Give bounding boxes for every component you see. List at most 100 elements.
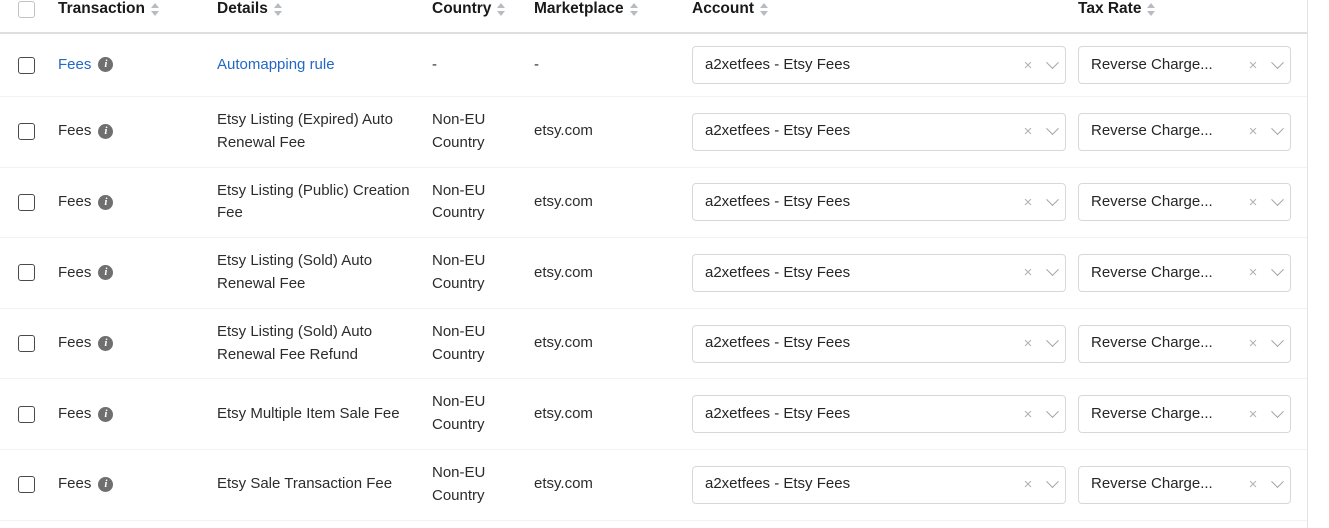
row-checkbox[interactable] (18, 476, 35, 494)
clear-icon[interactable]: × (1242, 195, 1264, 210)
column-header-transaction[interactable]: Transaction (47, 0, 212, 34)
clear-icon[interactable]: × (1242, 336, 1264, 351)
sort-icon-account[interactable] (760, 2, 769, 17)
clear-icon[interactable]: × (1242, 407, 1264, 422)
account-select[interactable]: a2xetfees - Etsy Fees × (692, 183, 1066, 222)
tax-rate-select[interactable]: Reverse Charge... × (1078, 324, 1291, 363)
column-header-details-label: Details (217, 0, 268, 17)
column-header-country[interactable]: Country (430, 0, 532, 34)
marketplace-text: etsy.com (534, 192, 593, 210)
chevron-down-icon[interactable] (1264, 475, 1290, 489)
column-header-tax-rate[interactable]: Tax Rate (1075, 0, 1307, 34)
info-icon[interactable]: i (98, 265, 114, 281)
column-header-details[interactable]: Details (212, 0, 430, 34)
country-text: Non-EU Country (432, 181, 486, 222)
tax-rate-cell: Reverse Charge... × (1075, 308, 1307, 379)
chevron-down-icon[interactable] (1039, 122, 1065, 136)
clear-icon[interactable]: × (1017, 265, 1039, 280)
details-cell: Etsy Listing (Sold) Auto Renewal Fee (212, 238, 430, 309)
chevron-down-icon[interactable] (1039, 263, 1065, 277)
country-cell: Non-EU Country (430, 97, 532, 168)
column-header-account-label: Account (692, 0, 754, 17)
clear-icon[interactable]: × (1242, 124, 1264, 139)
table-header: Transaction Details Country Marketplace … (0, 0, 1307, 34)
row-checkbox[interactable] (18, 56, 35, 74)
info-icon[interactable]: i (98, 57, 114, 73)
tax-rate-select[interactable]: Reverse Charge... × (1078, 112, 1291, 151)
row-checkbox[interactable] (18, 335, 35, 353)
account-select[interactable]: a2xetfees - Etsy Fees × (692, 112, 1066, 151)
details-text: Etsy Listing (Sold) Auto Renewal Fee Ref… (217, 322, 373, 363)
info-icon[interactable]: i (98, 336, 114, 352)
info-icon[interactable]: i (98, 406, 114, 422)
clear-icon[interactable]: × (1017, 58, 1039, 73)
row-checkbox[interactable] (18, 193, 35, 211)
row-select-cell (0, 308, 47, 379)
marketplace-text: etsy.com (534, 334, 593, 352)
sort-icon-marketplace[interactable] (629, 2, 639, 17)
chevron-down-icon[interactable] (1264, 404, 1290, 419)
column-header-marketplace[interactable]: Marketplace (532, 0, 687, 34)
row-checkbox[interactable] (18, 123, 35, 141)
table-header-row: Transaction Details Country Marketplace … (0, 0, 1307, 34)
details-text: Etsy Sale Transaction Fee (217, 475, 393, 493)
clear-icon[interactable]: × (1017, 407, 1039, 422)
transaction-label: Fees (58, 122, 92, 140)
account-select[interactable]: a2xetfees - Etsy Fees × (692, 46, 1066, 84)
sort-icon-country[interactable] (497, 2, 506, 17)
details-cell: Etsy Sale Transaction Fee Refund (212, 520, 430, 528)
chevron-down-icon[interactable] (1039, 404, 1065, 419)
transaction-cell: Feesi (47, 33, 212, 97)
account-select[interactable]: a2xetfees - Etsy Fees × (692, 253, 1066, 292)
clear-icon[interactable]: × (1017, 336, 1039, 351)
chevron-down-icon[interactable] (1039, 193, 1065, 207)
details-text: Etsy Multiple Item Sale Fee (217, 404, 400, 422)
transaction-cell: Feesi (47, 308, 212, 379)
account-select[interactable]: a2xetfees - Etsy Fees × (692, 395, 1066, 434)
info-icon[interactable]: i (98, 477, 114, 493)
clear-icon[interactable]: × (1017, 124, 1039, 139)
sort-icon-transaction[interactable] (151, 2, 160, 17)
account-select[interactable]: a2xetfees - Etsy Fees × (692, 324, 1066, 363)
account-select-value: a2xetfees - Etsy Fees (705, 334, 851, 352)
details-text[interactable]: Automapping rule (217, 56, 335, 73)
chevron-down-icon[interactable] (1264, 193, 1290, 207)
tax-rate-select[interactable]: Reverse Charge... × (1078, 253, 1291, 292)
clear-icon[interactable]: × (1242, 58, 1264, 73)
account-cell: a2xetfees - Etsy Fees× (687, 520, 1075, 528)
tax-rate-select[interactable]: Reverse Charge... × (1078, 46, 1291, 84)
country-cell: - (430, 33, 532, 97)
chevron-down-icon[interactable] (1039, 55, 1065, 70)
row-select-cell (0, 97, 47, 168)
tax-rate-select-value: Reverse Charge... (1091, 263, 1213, 281)
chevron-down-icon[interactable] (1039, 334, 1065, 348)
marketplace-cell: - (532, 33, 687, 97)
info-icon[interactable]: i (98, 194, 114, 210)
row-checkbox[interactable] (18, 264, 35, 282)
tax-rate-select[interactable]: Reverse Charge... × (1078, 465, 1291, 504)
tax-rate-select[interactable]: Reverse Charge... × (1078, 183, 1291, 222)
country-text: Non-EU Country (432, 322, 486, 363)
account-select[interactable]: a2xetfees - Etsy Fees × (692, 465, 1066, 504)
select-all-checkbox[interactable] (18, 1, 35, 18)
tax-rate-cell: Reverse Charge... × (1075, 449, 1307, 520)
clear-icon[interactable]: × (1017, 195, 1039, 210)
tax-rate-select-value: Reverse Charge... (1091, 404, 1213, 422)
chevron-down-icon[interactable] (1039, 475, 1065, 489)
info-icon[interactable]: i (98, 124, 114, 140)
tax-rate-select[interactable]: Reverse Charge... × (1078, 395, 1291, 434)
marketplace-cell: etsy.com (532, 308, 687, 379)
row-checkbox[interactable] (18, 405, 35, 423)
column-header-account[interactable]: Account (687, 0, 1075, 34)
sort-icon-details[interactable] (273, 2, 283, 17)
tax-rate-select-value: Reverse Charge... (1091, 122, 1213, 140)
transaction-label[interactable]: Fees (58, 54, 91, 77)
clear-icon[interactable]: × (1017, 477, 1039, 492)
clear-icon[interactable]: × (1242, 265, 1264, 280)
chevron-down-icon[interactable] (1264, 334, 1290, 348)
sort-icon-tax-rate[interactable] (1147, 2, 1156, 17)
chevron-down-icon[interactable] (1264, 122, 1290, 136)
chevron-down-icon[interactable] (1264, 263, 1290, 277)
chevron-down-icon[interactable] (1264, 55, 1290, 70)
clear-icon[interactable]: × (1242, 477, 1264, 492)
